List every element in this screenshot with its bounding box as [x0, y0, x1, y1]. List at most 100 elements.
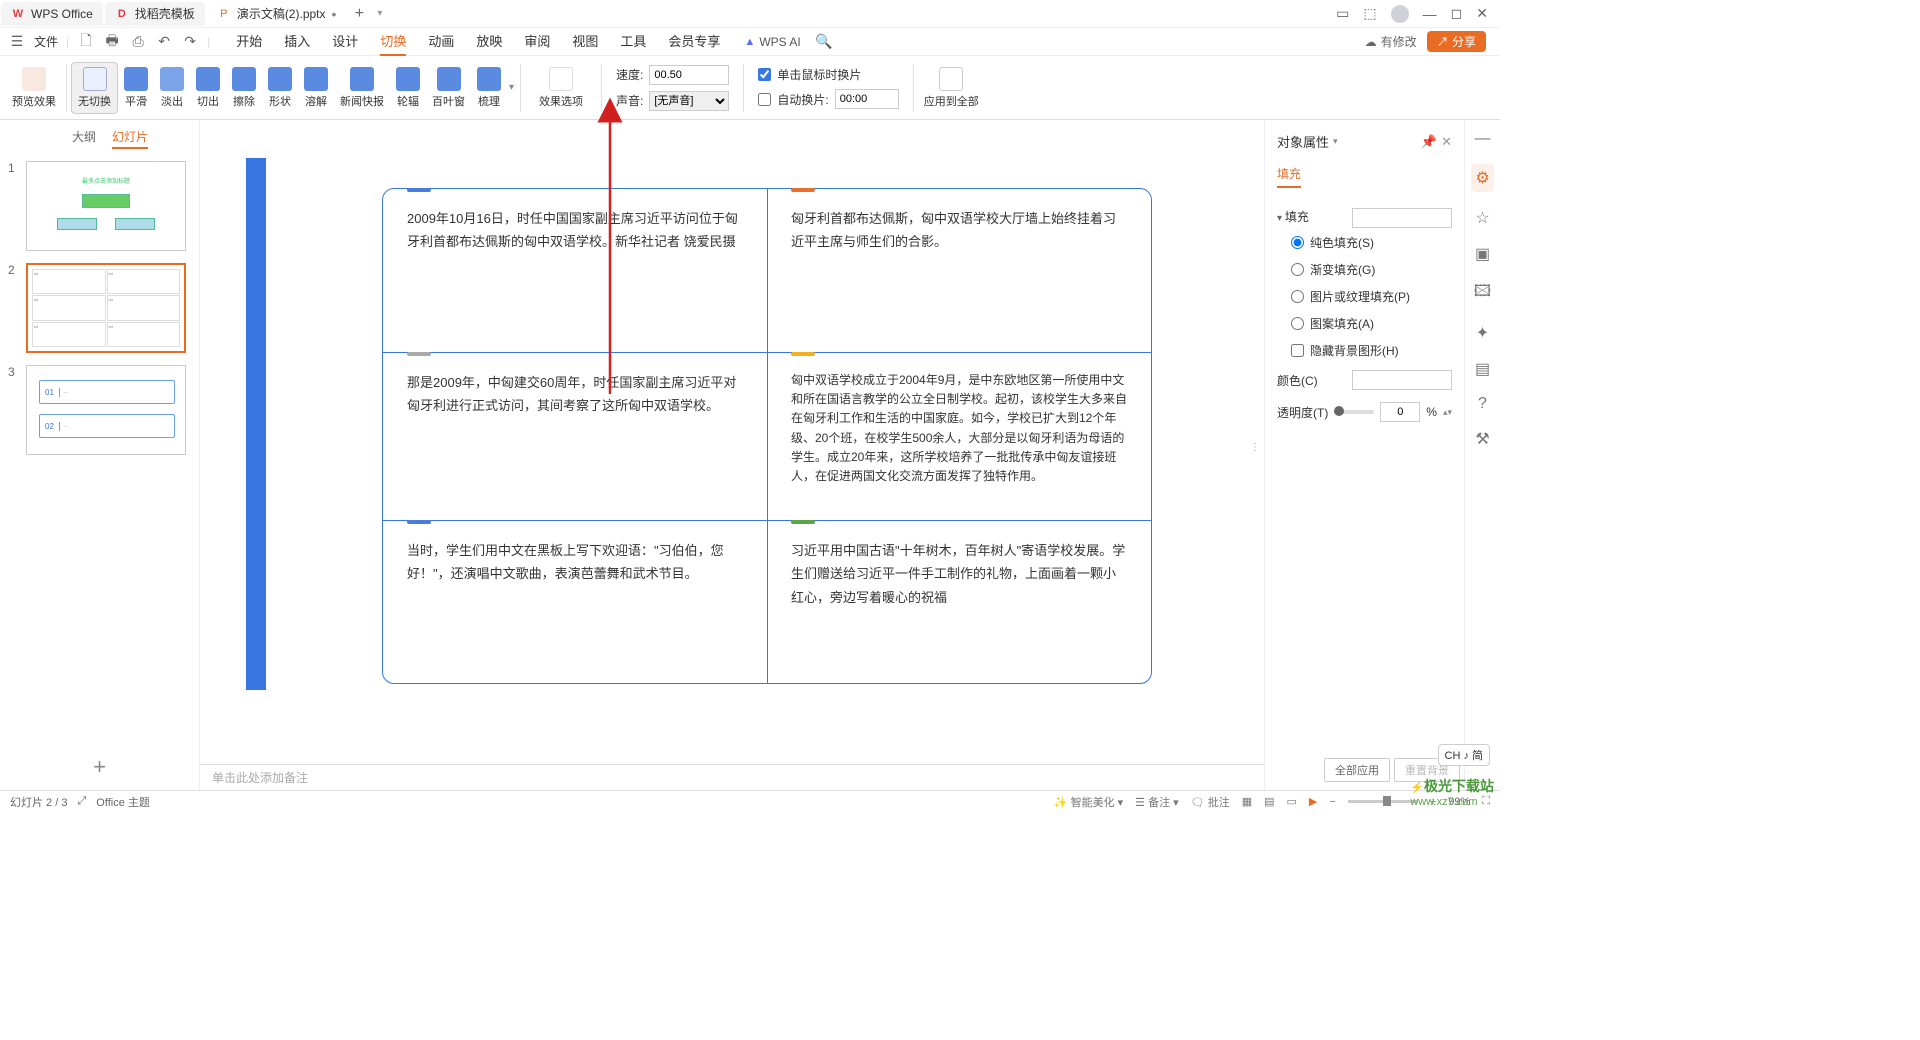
tab-dropdown[interactable]: ▾	[371, 8, 388, 19]
cell-2[interactable]: 匈牙利首都布达佩斯，匈中双语学校大厅墙上始终挂着习近平主席与师生们的合影。	[767, 189, 1151, 352]
view-sorter-icon[interactable]: ▤	[1264, 795, 1274, 808]
print-icon[interactable]: 🖶	[103, 30, 121, 54]
redo-icon[interactable]: ↷	[181, 33, 199, 50]
expand-icon[interactable]: ⤢	[77, 795, 86, 808]
tab-tools[interactable]: 工具	[620, 27, 646, 56]
fill-preview-box[interactable]	[1352, 208, 1452, 228]
menu-icon[interactable]: ☰	[8, 33, 26, 50]
transition-dissolve[interactable]: 溶解	[298, 63, 334, 113]
save-icon[interactable]: 🗋	[77, 30, 95, 54]
app-tab[interactable]: W WPS Office	[1, 2, 103, 26]
tab-slideshow[interactable]: 放映	[476, 27, 502, 56]
transition-newsflash[interactable]: 新闻快报	[334, 63, 390, 113]
add-slide-button[interactable]: +	[0, 744, 199, 790]
radio-picture-fill[interactable]: 图片或纹理填充(P)	[1277, 283, 1452, 310]
tool-layers-icon[interactable]: ▣	[1475, 244, 1490, 264]
radio-gradient-fill[interactable]: 渐变填充(G)	[1277, 256, 1452, 283]
zoom-slider[interactable]	[1348, 800, 1418, 803]
transition-cut[interactable]: 切出	[190, 63, 226, 113]
color-picker[interactable]	[1352, 370, 1452, 390]
advance-auto-checkbox[interactable]	[758, 93, 771, 106]
tool-book-icon[interactable]: ▤	[1475, 359, 1490, 379]
cell-5[interactable]: 当时，学生们用中文在黑板上写下欢迎语："习伯伯，您好！"，还演唱中文歌曲，表演芭…	[383, 520, 767, 683]
preview-effect-button[interactable]: 预览效果	[6, 63, 62, 113]
apply-to-all-button[interactable]: 应用到全部	[918, 63, 985, 113]
speed-input[interactable]	[649, 65, 729, 85]
apply-all-bg-button[interactable]: 全部应用	[1324, 758, 1390, 782]
wps-ai-button[interactable]: ▲ WPS AI	[744, 35, 800, 49]
tab-view[interactable]: 视图	[572, 27, 598, 56]
cell-1[interactable]: 2009年10月16日，时任中国国家副主席习近平访问位于匈牙利首都布达佩斯的匈中…	[383, 189, 767, 352]
tab-design[interactable]: 设计	[332, 27, 358, 56]
view-normal-icon[interactable]: ▦	[1242, 795, 1252, 808]
sound-select[interactable]: [无声音]	[649, 91, 729, 111]
transition-fade[interactable]: 淡出	[154, 63, 190, 113]
close-panel-icon[interactable]: ✕	[1441, 134, 1452, 150]
tool-magic-icon[interactable]: ✦	[1476, 323, 1489, 343]
tab-member[interactable]: 会员专享	[668, 27, 720, 56]
tab-animation[interactable]: 动画	[428, 27, 454, 56]
notes-button[interactable]: ☰ 备注 ▾	[1135, 794, 1179, 810]
print-preview-icon[interactable]: ⎙	[129, 33, 147, 50]
radio-pattern-fill[interactable]: 图案填充(A)	[1277, 310, 1452, 337]
opacity-input[interactable]	[1380, 402, 1420, 422]
ime-indicator[interactable]: CH ♪ 简	[1438, 744, 1491, 766]
tool-settings-icon[interactable]: ⚒	[1475, 429, 1489, 449]
tab-transition[interactable]: 切换	[380, 27, 406, 56]
transition-wipe[interactable]: 擦除	[226, 63, 262, 113]
transition-blinds[interactable]: 百叶窗	[426, 63, 471, 113]
minimize-button[interactable]: —	[1423, 6, 1437, 22]
new-tab-button[interactable]: +	[347, 5, 371, 23]
search-icon[interactable]: 🔍	[815, 33, 833, 50]
maximize-button[interactable]: ◻	[1451, 5, 1463, 22]
advance-auto-input[interactable]	[835, 89, 899, 109]
opacity-stepper[interactable]: ▴▾	[1443, 407, 1452, 418]
smart-beautify-button[interactable]: ✨ 智能美化 ▾	[1054, 794, 1123, 810]
transition-wheel[interactable]: 轮辐	[390, 63, 426, 113]
check-hide-bg[interactable]: 隐藏背景图形(H)	[1277, 337, 1452, 364]
transition-shape[interactable]: 形状	[262, 63, 298, 113]
slide-thumb-2[interactable]: txttxttxttxttxttxt	[26, 263, 186, 353]
tool-star-icon[interactable]: ☆	[1475, 208, 1489, 228]
cell-6[interactable]: 习近平用中国古语"十年树木，百年树人"寄语学校发展。学生们赠送给习近平一件手工制…	[767, 520, 1151, 683]
undo-icon[interactable]: ↶	[155, 33, 173, 50]
collapse-icon[interactable]: —	[1475, 130, 1491, 148]
pin-icon[interactable]: 📌	[1421, 134, 1437, 150]
comments-button[interactable]: 🗨 批注	[1191, 794, 1230, 810]
cell-4[interactable]: 匈中双语学校成立于2004年9月，是中东欧地区第一所使用中文和所在国语言教学的公…	[767, 352, 1151, 520]
outline-tab[interactable]: 大纲	[72, 128, 96, 149]
transition-morph[interactable]: 平滑	[118, 63, 154, 113]
cell-3[interactable]: 那是2009年，中匈建交60周年，时任国家副主席习近平对匈牙利进行正式访问，其间…	[383, 352, 767, 520]
tool-help-icon[interactable]: ?	[1478, 395, 1487, 413]
tab-insert[interactable]: 插入	[284, 27, 310, 56]
view-slideshow-icon[interactable]: ▶	[1309, 795, 1317, 808]
share-button[interactable]: ↗ 分享	[1427, 31, 1486, 52]
tool-image-icon[interactable]: 🖾	[1474, 280, 1491, 307]
notes-pane[interactable]: 单击此处添加备注	[200, 764, 1264, 790]
view-reading-icon[interactable]: ▭	[1287, 795, 1297, 808]
tool-properties-icon[interactable]: ⚙	[1471, 164, 1493, 192]
transition-comb[interactable]: 梳理	[471, 63, 507, 113]
transition-none[interactable]: 无切换	[71, 62, 118, 114]
zoom-out-button[interactable]: −	[1329, 796, 1335, 808]
opacity-slider[interactable]	[1334, 410, 1374, 414]
slide-thumb-1[interactable]: 最多点击添加标题	[26, 161, 186, 251]
template-tab[interactable]: D 找稻壳模板	[105, 2, 205, 26]
transitions-more-dropdown[interactable]: ▾	[507, 82, 516, 93]
cloud-status[interactable]: ☁有修改	[1365, 33, 1417, 50]
slide-canvas[interactable]: 2009年10月16日，时任中国国家副主席习近平访问位于匈牙利首都布达佩斯的匈中…	[232, 144, 1232, 704]
slides-tab[interactable]: 幻灯片	[112, 128, 148, 149]
tab-review[interactable]: 审阅	[524, 27, 550, 56]
avatar[interactable]	[1391, 5, 1409, 23]
cube-icon[interactable]: ⬚	[1363, 5, 1376, 22]
close-button[interactable]: ✕	[1476, 5, 1488, 22]
windows-icon[interactable]: ▭	[1336, 5, 1349, 22]
tab-start[interactable]: 开始	[236, 27, 262, 56]
fill-tab[interactable]: 填充	[1277, 161, 1301, 188]
radio-solid-fill[interactable]: 纯色填充(S)	[1277, 229, 1452, 256]
fill-section-header[interactable]: 填充	[1277, 204, 1452, 229]
slide-thumb-3[interactable]: 01... 02...	[26, 365, 186, 455]
file-tab[interactable]: P 演示文稿(2).pptx •	[207, 2, 347, 26]
file-menu[interactable]: 文件	[34, 33, 58, 50]
advance-click-checkbox[interactable]	[758, 68, 771, 81]
